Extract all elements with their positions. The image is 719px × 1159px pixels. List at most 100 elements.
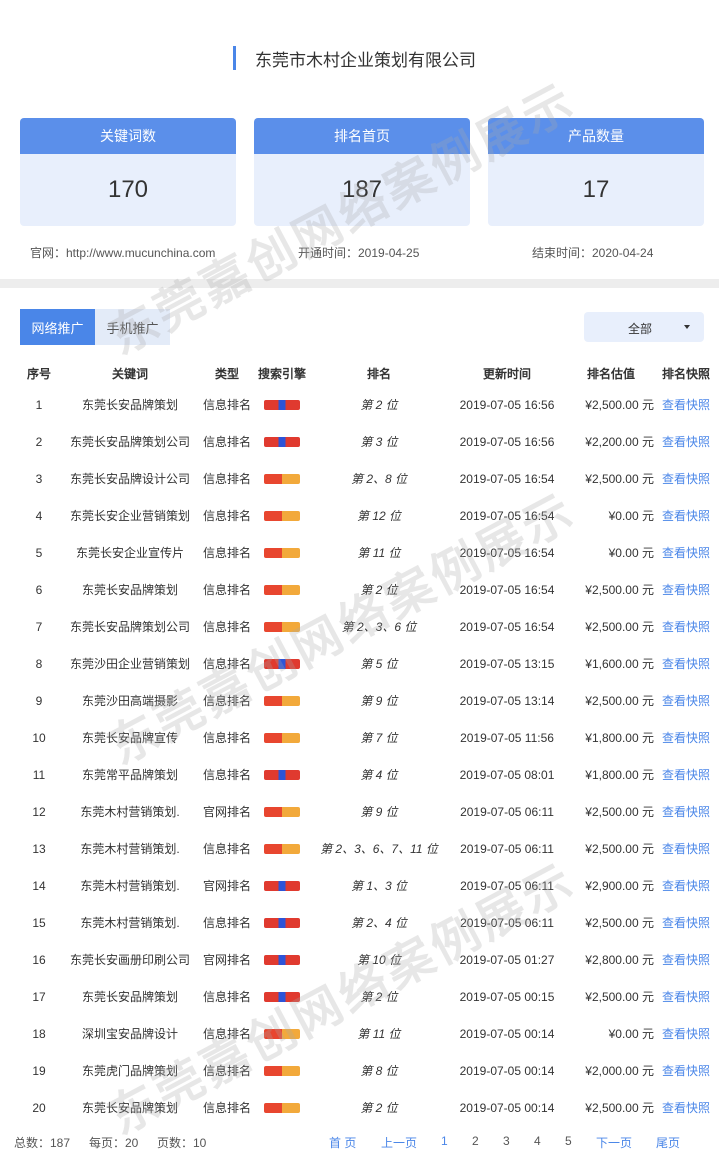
cell-snapshot: 查看快照 bbox=[656, 571, 716, 608]
cell-no: 10 bbox=[32, 730, 46, 745]
cell-updated: 2019-07-05 16:56 bbox=[459, 397, 555, 412]
cell-updated: 2019-07-05 08:01 bbox=[459, 767, 555, 782]
cell-value: ¥2,500.00 元 bbox=[585, 398, 654, 412]
cell-rank: 第 11 位 bbox=[306, 534, 452, 571]
cell-snapshot: 查看快照 bbox=[656, 682, 716, 719]
title-accent-bar bbox=[233, 46, 236, 70]
cell-engine bbox=[256, 534, 308, 571]
view-snapshot-link[interactable]: 查看快照 bbox=[662, 766, 710, 783]
view-snapshot-link[interactable]: 查看快照 bbox=[662, 544, 710, 561]
table-row: 18 深圳宝安品牌设计 信息排名 第 11 位 2019-07-05 00:14 ¥0.0… bbox=[0, 1015, 719, 1052]
header-engine: 搜索引擎 bbox=[257, 366, 306, 381]
view-snapshot-link[interactable]: 查看快照 bbox=[662, 470, 710, 487]
view-snapshot-link[interactable]: 查看快照 bbox=[662, 396, 710, 413]
view-snapshot-link[interactable]: 查看快照 bbox=[662, 914, 710, 931]
tab-mobile-promotion[interactable]: 手机推广 bbox=[95, 309, 170, 345]
view-snapshot-link[interactable]: 查看快照 bbox=[662, 951, 710, 968]
so360-logo-icon bbox=[264, 1065, 300, 1076]
pager-page-3[interactable]: 3 bbox=[503, 1134, 510, 1148]
cell-value: ¥2,500.00 元 bbox=[585, 842, 654, 856]
baidu-logo-icon bbox=[264, 991, 300, 1002]
cell-no: 7 bbox=[35, 619, 43, 634]
view-snapshot-link[interactable]: 查看快照 bbox=[662, 840, 710, 857]
view-snapshot-link[interactable]: 查看快照 bbox=[662, 581, 710, 598]
header-value: 排名估值 bbox=[586, 366, 635, 381]
pager-page-4[interactable]: 4 bbox=[534, 1134, 541, 1148]
cell-no: 15 bbox=[32, 915, 46, 930]
baidu-logo-icon bbox=[264, 954, 300, 965]
view-snapshot-link[interactable]: 查看快照 bbox=[662, 729, 710, 746]
table-row: 12 东莞木村营销策划. 官网排名 第 9 位 2019-07-05 06:11 ¥2,5… bbox=[0, 793, 719, 830]
so360-logo-icon bbox=[264, 806, 300, 817]
view-snapshot-link[interactable]: 查看快照 bbox=[662, 877, 710, 894]
rank-text: 第 2 位 bbox=[360, 398, 398, 412]
rank-text: 第 11 位 bbox=[357, 1027, 401, 1041]
table-row: 19 东莞虎门品牌策划 信息排名 第 8 位 2019-07-05 00:14 ¥2,00… bbox=[0, 1052, 719, 1089]
pager-prev[interactable]: 上一页 bbox=[381, 1134, 417, 1151]
cell-updated: 2019-07-05 00:14 bbox=[459, 1063, 555, 1078]
engine-filter-select[interactable]: 全部 bbox=[584, 312, 704, 342]
pager-next[interactable]: 下一页 bbox=[596, 1134, 632, 1151]
cell-engine bbox=[256, 1015, 308, 1052]
view-snapshot-link[interactable]: 查看快照 bbox=[662, 1062, 710, 1079]
rank-text: 第 12 位 bbox=[356, 509, 402, 523]
cell-keyword: 深圳宝安品牌设计 bbox=[81, 1027, 178, 1041]
cell-snapshot: 查看快照 bbox=[656, 867, 716, 904]
view-snapshot-link[interactable]: 查看快照 bbox=[662, 433, 710, 450]
rank-text: 第 2 位 bbox=[360, 1101, 398, 1115]
cell-engine bbox=[256, 571, 308, 608]
pager-page-count: 页数：10 bbox=[157, 1136, 207, 1150]
cell-value: ¥2,000.00 元 bbox=[585, 1064, 654, 1078]
cell-rank: 第 2、8 位 bbox=[306, 460, 452, 497]
cell-keyword: 东莞长安品牌策划 bbox=[81, 583, 178, 597]
cell-engine bbox=[256, 497, 308, 534]
pager-page-5[interactable]: 5 bbox=[565, 1134, 572, 1148]
stat-value: 17 bbox=[582, 176, 610, 203]
cell-type: 信息排名 bbox=[202, 916, 251, 930]
view-snapshot-link[interactable]: 查看快照 bbox=[662, 803, 710, 820]
rank-text: 第 9 位 bbox=[360, 694, 398, 708]
filter-selected-value: 全部 bbox=[628, 322, 653, 336]
view-snapshot-link[interactable]: 查看快照 bbox=[662, 692, 710, 709]
cell-no: 19 bbox=[32, 1063, 46, 1078]
stat-label: 产品数量 bbox=[488, 118, 704, 154]
view-snapshot-link[interactable]: 查看快照 bbox=[662, 1099, 710, 1116]
table-row: 5 东莞长安企业宣传片 信息排名 第 11 位 2019-07-05 16:54 ¥0.0… bbox=[0, 534, 719, 571]
baidu-logo-icon bbox=[264, 880, 300, 891]
cell-no: 20 bbox=[32, 1100, 46, 1115]
cell-engine bbox=[256, 904, 308, 941]
view-snapshot-link[interactable]: 查看快照 bbox=[662, 507, 710, 524]
cell-updated: 2019-07-05 06:11 bbox=[460, 841, 554, 856]
cell-keyword: 东莞长安品牌设计公司 bbox=[69, 472, 190, 486]
tab-web-promotion[interactable]: 网络推广 bbox=[20, 309, 95, 345]
table-row: 13 东莞木村营销策划. 信息排名 第 2、3、6、7、11 位 2019-07-05 … bbox=[0, 830, 719, 867]
view-snapshot-link[interactable]: 查看快照 bbox=[662, 618, 710, 635]
pager-page-1[interactable]: 1 bbox=[441, 1134, 448, 1148]
pager-last[interactable]: 尾页 bbox=[656, 1134, 680, 1151]
cell-updated: 2019-07-05 00:14 bbox=[459, 1100, 555, 1115]
cell-snapshot: 查看快照 bbox=[656, 534, 716, 571]
cell-keyword: 东莞长安企业宣传片 bbox=[75, 546, 184, 560]
pager-total: 总数：187 bbox=[14, 1136, 71, 1150]
cell-value: ¥2,500.00 元 bbox=[585, 620, 654, 634]
cell-engine bbox=[256, 423, 308, 460]
cell-snapshot: 查看快照 bbox=[656, 460, 716, 497]
header-rank: 排名 bbox=[366, 366, 391, 381]
table-row: 20 东莞长安品牌策划 信息排名 第 2 位 2019-07-05 00:14 ¥2,50… bbox=[0, 1089, 719, 1126]
pager-first[interactable]: 首 页 bbox=[329, 1134, 356, 1151]
stat-value: 170 bbox=[107, 176, 149, 203]
view-snapshot-link[interactable]: 查看快照 bbox=[662, 1025, 710, 1042]
so360-logo-icon bbox=[264, 1028, 300, 1039]
company-title: 东莞市木村企业策划有限公司 bbox=[255, 50, 476, 70]
table-header: 序号 关键词 类型 搜索引擎 排名 更新时间 排名估值 排名快照 bbox=[0, 360, 719, 386]
cell-type: 信息排名 bbox=[202, 1101, 251, 1115]
cell-engine bbox=[256, 1052, 308, 1089]
table-row: 8 东莞沙田企业营销策划 信息排名 第 5 位 2019-07-05 13:15 ¥1,6… bbox=[0, 645, 719, 682]
cell-snapshot: 查看快照 bbox=[656, 978, 716, 1015]
pager-page-2[interactable]: 2 bbox=[472, 1134, 479, 1148]
cell-snapshot: 查看快照 bbox=[656, 497, 716, 534]
view-snapshot-link[interactable]: 查看快照 bbox=[662, 655, 710, 672]
view-snapshot-link[interactable]: 查看快照 bbox=[662, 988, 710, 1005]
cell-type: 信息排名 bbox=[202, 398, 251, 412]
cell-rank: 第 9 位 bbox=[306, 793, 452, 830]
